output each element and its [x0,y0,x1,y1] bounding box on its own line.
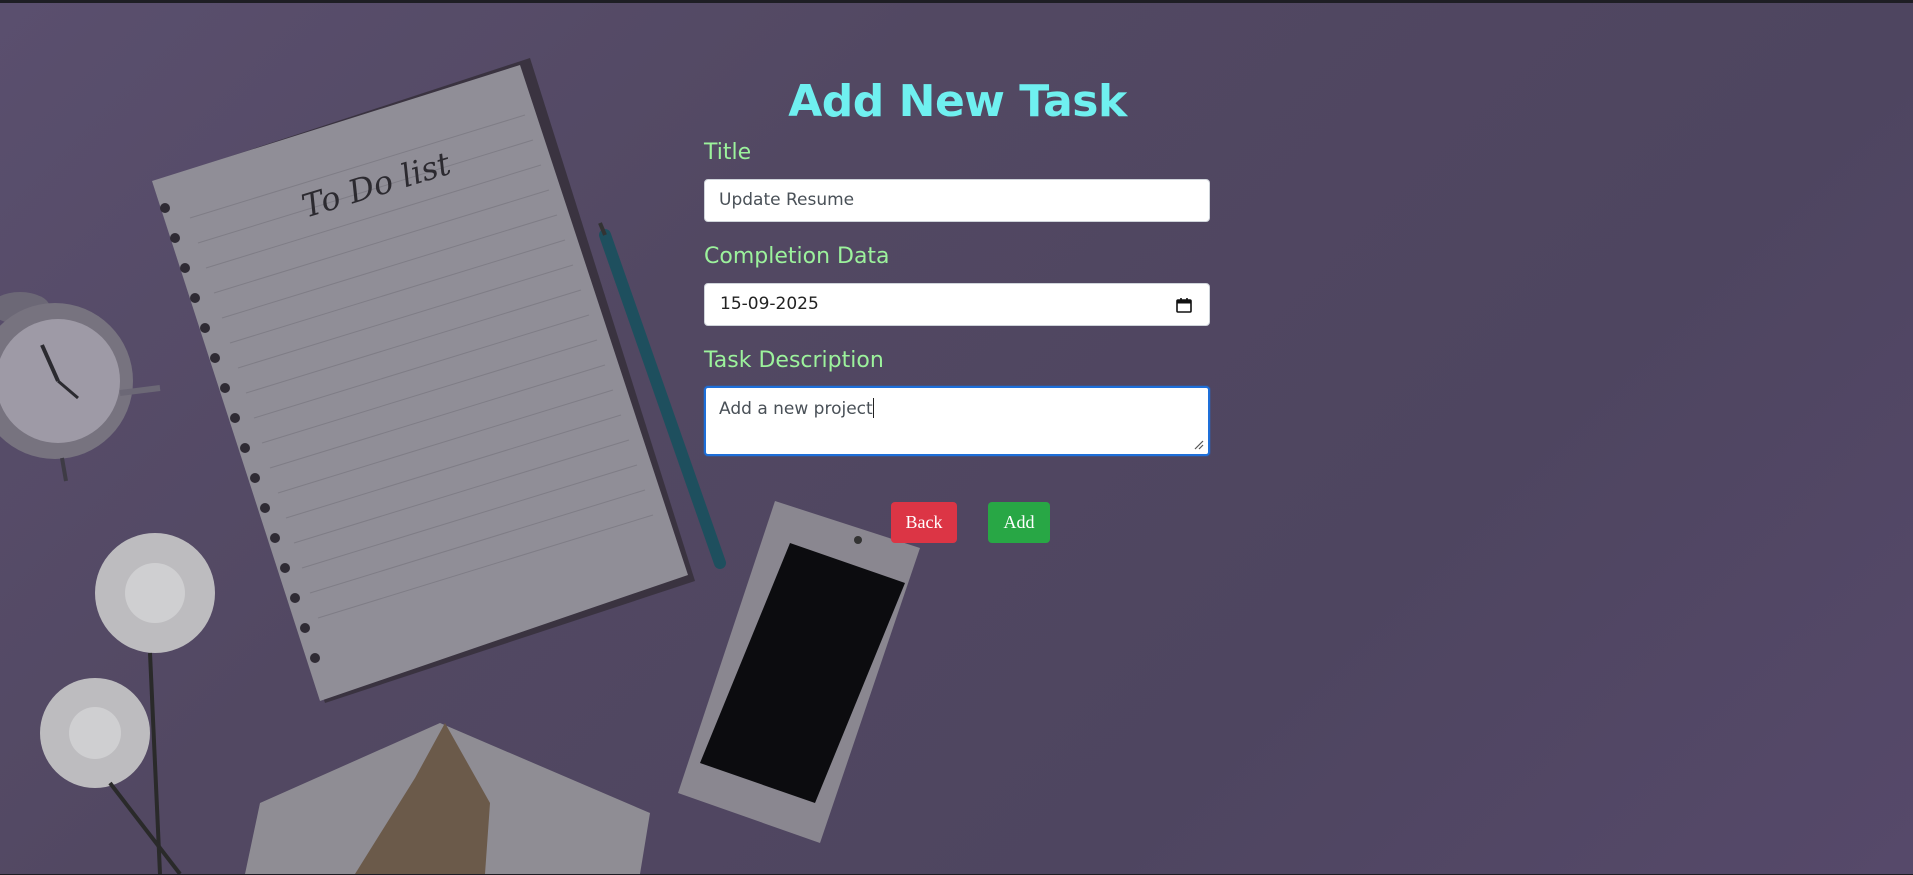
title-input[interactable]: Update Resume [704,179,1210,222]
text-caret [872,398,874,418]
title-label: Title [704,140,752,165]
notebook-illustration: To Do list [152,58,695,703]
description-value: Add a new project [719,399,873,419]
calendar-icon[interactable] [1175,296,1193,314]
add-button[interactable]: Add [988,502,1050,543]
resize-handle-icon[interactable] [1194,440,1204,450]
back-button[interactable]: Back [891,502,957,543]
envelope-illustration [245,723,650,874]
completion-date-label: Completion Data [704,244,890,269]
flowers-illustration [40,533,215,874]
alarm-clock-illustration [0,292,161,482]
task-description-textarea[interactable]: Add a new project [704,386,1210,456]
completion-date-input[interactable]: 15-09-2025 [704,283,1210,326]
task-description-label: Task Description [704,348,884,373]
page-title: Add New Task [788,76,1127,127]
date-value: 15-09-2025 [720,294,819,314]
